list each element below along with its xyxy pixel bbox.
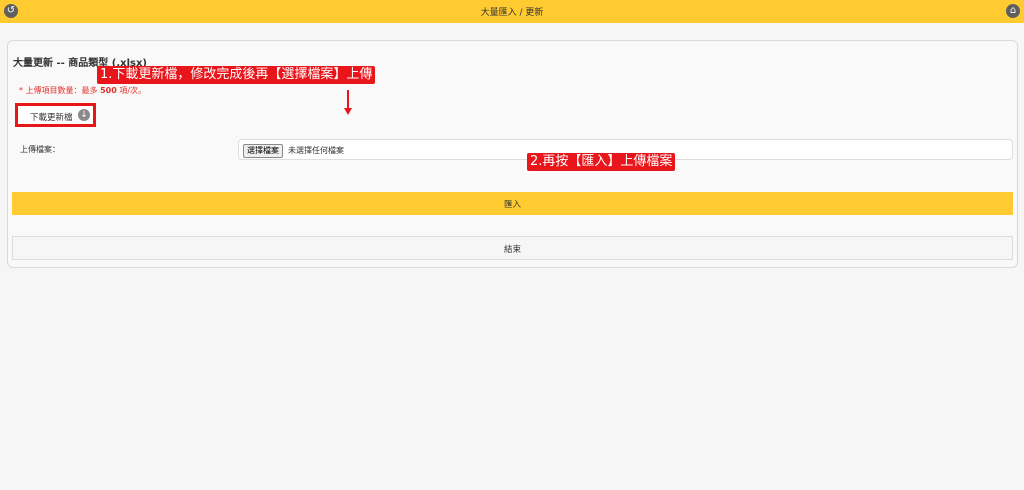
note-suffix: 項/次。 xyxy=(116,86,147,95)
download-update-file-button[interactable]: 下載更新檔 ↓ xyxy=(15,103,96,127)
note-count: 500 xyxy=(100,86,117,95)
download-button-label: 下載更新檔 xyxy=(30,113,73,123)
upload-file-label: 上傳檔案： xyxy=(20,145,60,154)
end-button-label: 結束 xyxy=(503,245,521,255)
annotation-arrow-line xyxy=(347,90,349,110)
no-file-chosen-text: 未選擇任何檔案 xyxy=(288,146,344,155)
home-icon[interactable]: ⌂ xyxy=(1006,4,1020,18)
page-header-title: 大量匯入 / 更新 xyxy=(480,8,544,18)
annotation-arrow-head xyxy=(344,108,352,115)
annotation-step1: 1.下載更新檔，修改完成後再【選擇檔案】上傳 xyxy=(97,66,376,84)
top-bar: ↺ 大量匯入 / 更新 ⌂ xyxy=(0,0,1024,23)
download-circle-icon: ↓ xyxy=(78,109,90,121)
note-prefix: * 上傳項目數量：最多 xyxy=(19,86,101,95)
import-button-label: 匯入 xyxy=(503,200,521,210)
import-button[interactable]: 匯入 xyxy=(12,192,1013,215)
annotation-step2: 2.再按【匯入】上傳檔案 xyxy=(527,153,676,171)
choose-file-button[interactable]: 選擇檔案 xyxy=(243,144,283,158)
upload-limit-note: * 上傳項目數量：最多 500 項/次。 xyxy=(19,85,146,96)
end-button[interactable]: 結束 xyxy=(12,236,1013,260)
